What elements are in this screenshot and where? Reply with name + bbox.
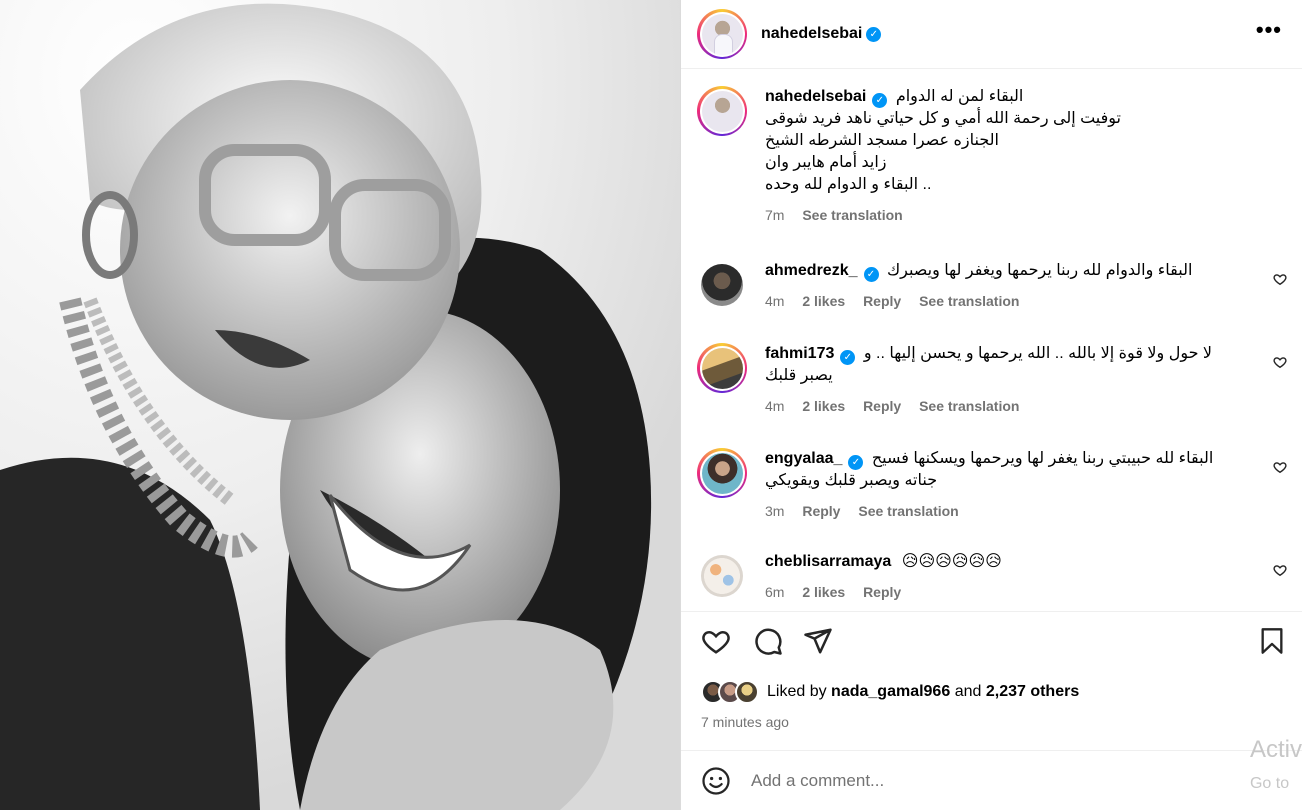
commenter-avatar[interactable] [697,448,747,498]
watermark-line1: Activ [1249,736,1302,763]
comment-text: 😥😥😥😥😥😥 [901,553,1002,570]
likes-and: and [954,683,982,700]
see-translation-button[interactable]: See translation [919,398,1019,414]
comment-likes[interactable]: 2 likes [802,584,845,600]
caption-line: زايد أمام هايبر وان [765,154,887,171]
likes-prefix: Liked by [767,683,827,700]
comments-list[interactable]: nahedelsebai ✓ البقاء لمن له الدوام توفيت… [681,70,1302,611]
author-avatar[interactable] [697,9,747,59]
verified-badge-icon: ✓ [848,455,864,470]
comment-username[interactable]: engyalaa_ [765,450,842,467]
watermark-line2: Go to [1249,775,1290,792]
comment-input[interactable] [751,770,1171,791]
verified-badge-icon: ✓ [840,350,856,365]
post-time[interactable]: 7 minutes ago [701,714,789,730]
caption-avatar[interactable] [697,86,747,136]
reply-button[interactable]: Reply [863,398,901,414]
reply-button[interactable]: Reply [863,584,901,600]
verified-badge-icon: ✓ [872,93,888,108]
activate-windows-watermark: Activ Go to [1250,738,1302,796]
comment-bubble-icon[interactable] [753,626,783,656]
comment-likes[interactable]: 2 likes [802,398,845,414]
post-photo[interactable] [0,0,680,810]
reply-button[interactable]: Reply [802,503,840,519]
like-comment-heart-icon[interactable] [1273,272,1287,286]
add-comment-bar [681,750,1302,810]
like-comment-heart-icon[interactable] [1273,355,1287,369]
post-image [0,0,680,810]
commenter-avatar[interactable] [697,260,747,310]
verified-badge-icon: ✓ [866,26,882,42]
liker-username[interactable]: nada_gamal966 [831,683,950,701]
comment-time: 4m [765,293,785,309]
post-panel: nahedelsebai ✓ ••• nahedelsebai ✓ البقاء … [680,0,1302,810]
liker-avatars[interactable] [701,680,759,704]
more-options-icon[interactable]: ••• [1256,19,1282,41]
author-username[interactable]: nahedelsebai [761,25,862,43]
comment-username[interactable]: fahmi173 [765,345,834,362]
see-translation-button[interactable]: See translation [802,207,902,223]
likes-summary: Liked by nada_gamal966 and 2,237 others [701,680,1079,704]
share-paper-plane-icon[interactable] [803,626,833,656]
like-heart-icon[interactable] [701,626,731,656]
caption-line: الجنازه عصرا مسجد الشرطه الشيخ [765,132,999,149]
comment-time: 4m [765,398,785,414]
commenter-avatar[interactable] [697,343,747,393]
see-translation-button[interactable]: See translation [919,293,1019,309]
comment-text: البقاء والدوام لله ربنا يرحمها ويغفر لها… [886,262,1193,279]
comment-time: 6m [765,584,785,600]
comment-username[interactable]: ahmedrezk_ [765,262,858,279]
comment-time: 3m [765,503,785,519]
post-header: nahedelsebai ✓ ••• [681,0,1302,69]
commenter-avatar[interactable] [697,551,747,601]
caption-username[interactable]: nahedelsebai [765,88,866,105]
caption-line: البقاء و الدوام لله وحده .. [765,176,932,193]
emoji-icon[interactable] [701,766,731,796]
comment-likes[interactable]: 2 likes [802,293,845,309]
like-comment-heart-icon[interactable] [1273,563,1287,577]
caption-time: 7m [765,207,785,223]
action-bar [701,626,1286,660]
see-translation-button[interactable]: See translation [858,503,958,519]
caption-line: البقاء لمن له الدوام [895,88,1024,105]
like-comment-heart-icon[interactable] [1273,460,1287,474]
divider [681,611,1302,612]
reply-button[interactable]: Reply [863,293,901,309]
save-bookmark-icon[interactable] [1258,626,1286,656]
caption-line: توفيت إلى رحمة الله أمي و كل حياتي ناهد … [765,110,1121,127]
verified-badge-icon: ✓ [863,267,879,282]
comment-username[interactable]: cheblisarramaya [765,553,891,570]
likes-others[interactable]: 2,237 others [986,683,1079,701]
